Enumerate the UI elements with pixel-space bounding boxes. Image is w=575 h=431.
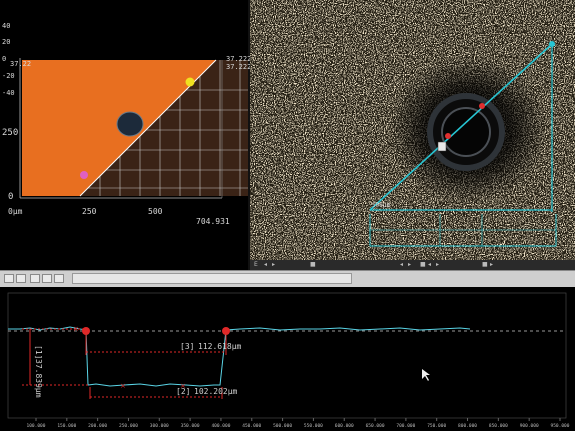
- measure-endpoint[interactable]: [549, 41, 555, 47]
- status-item-0[interactable]: E: [254, 261, 258, 268]
- x-tick-500: 500: [148, 207, 163, 216]
- measure-3-value: 112.618μm: [198, 342, 242, 351]
- x-tick-250: 250: [82, 207, 97, 216]
- y-tick-0: 0: [2, 55, 7, 63]
- profile-toolbar: [0, 270, 575, 287]
- x-axis-ticks: 100.000 150.000 200.000 250.000 300.000 350.0…: [27, 418, 570, 429]
- y-tick-40: 40: [2, 22, 11, 30]
- x-origin-label: 0μm: [8, 207, 23, 216]
- x-tick-label: 650.000: [366, 423, 385, 429]
- measure-1-id: [1]: [34, 345, 43, 359]
- microscope-status-bar: E ◂ ▸ ■ ◂ ▸ ■ ◂ ▸ ■ ▸: [250, 260, 575, 270]
- marker-pink[interactable]: [80, 171, 88, 179]
- x-tick-label: 450.000: [242, 423, 261, 429]
- toolbar-button-5[interactable]: [54, 274, 64, 283]
- status-item-5[interactable]: ◂: [400, 261, 403, 268]
- measure-2-id: [2]: [176, 387, 190, 396]
- microscope-canvas[interactable]: 500μm: [250, 0, 575, 260]
- marker-red-lower[interactable]: [445, 133, 451, 139]
- cursor-icon: [437, 141, 447, 152]
- hole-3d: [116, 111, 144, 137]
- measure-2-value: 102.202μm: [194, 387, 238, 396]
- x-tick-label: 700.000: [396, 423, 415, 429]
- status-item-9[interactable]: ▸: [436, 261, 439, 268]
- x-tick-label: 900.000: [520, 423, 539, 429]
- x-tick-label: 850.000: [489, 423, 508, 429]
- x-mark-2: ×: [120, 382, 126, 390]
- toolbar-button-4[interactable]: [42, 274, 52, 283]
- measure-point-left[interactable]: [82, 327, 90, 335]
- profile-plot[interactable]: × × × [1] 37.839μm [3] 112.618μm [2] 102…: [0, 287, 575, 431]
- x-mark-1: ×: [73, 325, 79, 333]
- microscope-image-view[interactable]: 500μm E ◂ ▸ ■ ◂ ▸ ■ ◂ ▸ ■ ▸: [250, 0, 575, 270]
- status-item-6[interactable]: ▸: [408, 261, 411, 268]
- x-tick-label: 500.000: [273, 423, 292, 429]
- z-label-right-top: 37.222: [226, 55, 252, 63]
- y-tick-neg40: -40: [2, 89, 15, 97]
- measure-1-value: 37.839μm: [34, 359, 43, 398]
- y-tick-20: 20: [2, 38, 11, 46]
- measurement-app: 40 20 0 -20 -40 37.22 37.222 37.222 250 …: [0, 0, 575, 431]
- plot-frame: [7, 292, 567, 419]
- toolbar-button-2[interactable]: [16, 274, 26, 283]
- x-tick-label: 200.000: [88, 423, 107, 429]
- x-tick-label: 150.000: [57, 423, 76, 429]
- x-tick-label: 750.000: [427, 423, 446, 429]
- profile-tab[interactable]: [72, 273, 352, 284]
- marker-yellow[interactable]: [185, 77, 195, 87]
- marker-red-upper[interactable]: [479, 103, 485, 109]
- 3d-surface-canvas[interactable]: [0, 0, 248, 270]
- x-tick-label: 400.000: [211, 423, 230, 429]
- status-item-10[interactable]: ■: [482, 261, 488, 268]
- x-tick-label: 250.000: [119, 423, 138, 429]
- status-item-8[interactable]: ◂: [428, 261, 431, 268]
- profile-canvas[interactable]: × × × [1] 37.839μm [3] 112.618μm [2] 102…: [0, 287, 575, 431]
- x-tick-label: 350.000: [181, 423, 200, 429]
- hole-inner: [441, 107, 491, 157]
- measure-label-1: [1] 37.839μm: [34, 345, 43, 398]
- x-tick-label: 600.000: [335, 423, 354, 429]
- status-item-7[interactable]: ■: [420, 261, 426, 268]
- mouse-cursor-icon: [422, 369, 430, 381]
- status-item-4[interactable]: ■: [310, 261, 316, 268]
- x-tick-label: 100.000: [27, 423, 46, 429]
- x-tick-label: 950.000: [551, 423, 570, 429]
- profile-trace: [8, 326, 471, 387]
- x-tick-label: 800.000: [458, 423, 477, 429]
- status-item-11[interactable]: ▸: [490, 261, 493, 268]
- z-label-top: 37.22: [10, 60, 32, 68]
- measure-3-id: [3]: [180, 342, 194, 351]
- status-item-2[interactable]: ▸: [272, 261, 275, 268]
- y-axis-0: 0: [8, 192, 14, 202]
- toolbar-button-3[interactable]: [30, 274, 40, 283]
- x-extent-label: 704.931: [196, 217, 230, 226]
- z-label-right-bottom: 37.222: [226, 63, 252, 71]
- status-item-1[interactable]: ◂: [264, 261, 267, 268]
- 3d-surface-view[interactable]: 40 20 0 -20 -40 37.22 37.222 37.222 250 …: [0, 0, 252, 270]
- toolbar-button-1[interactable]: [4, 274, 14, 283]
- measure-point-right[interactable]: [222, 327, 230, 335]
- y-tick-neg20: -20: [2, 72, 15, 80]
- scale-label: 500μm: [372, 202, 390, 209]
- x-tick-label: 300.000: [150, 423, 169, 429]
- x-tick-label: 550.000: [304, 423, 323, 429]
- y-axis-250: 250: [2, 128, 19, 138]
